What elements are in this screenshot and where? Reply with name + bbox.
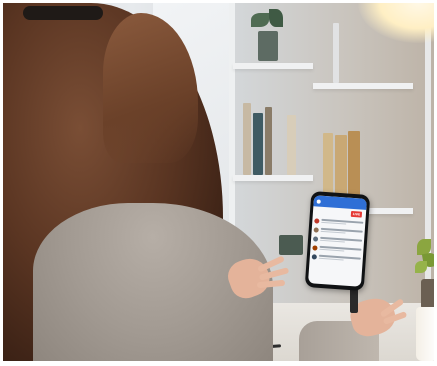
message-text [319, 245, 362, 254]
smartphone: LIVE [304, 191, 371, 291]
avatar [312, 235, 319, 242]
book [253, 113, 263, 175]
phone-app-header [313, 195, 368, 210]
avatar [312, 244, 318, 251]
avatar [311, 253, 318, 260]
shelf-1 [233, 63, 313, 69]
lower-plant [279, 235, 303, 255]
cup [416, 307, 434, 361]
plant-leaf [251, 13, 269, 27]
message-text [321, 218, 364, 227]
hair-tie [23, 6, 103, 20]
avatar [314, 217, 320, 224]
book [243, 103, 251, 175]
app-logo-icon [316, 198, 321, 204]
message-row [311, 253, 361, 263]
shelf-plant-pot [258, 31, 278, 61]
message-row [312, 244, 362, 254]
book [333, 23, 339, 83]
message-row [313, 226, 363, 236]
avatar [313, 226, 319, 233]
shelf-3 [313, 83, 413, 89]
phone-screen: LIVE [307, 195, 368, 287]
shelf-2 [233, 175, 313, 181]
plant-leaf [415, 261, 427, 273]
message-row [312, 235, 363, 245]
message-row [314, 217, 364, 227]
phone-app-title [323, 201, 364, 204]
message-text [319, 236, 363, 245]
plant-leaf [269, 9, 283, 27]
book [265, 107, 272, 175]
message-text [318, 254, 361, 263]
message-text [320, 227, 363, 236]
book [287, 115, 296, 175]
photo-frame: LIVE [3, 3, 434, 361]
live-badge: LIVE [350, 210, 363, 218]
right-plant-pot [421, 279, 434, 309]
message-list [311, 217, 364, 265]
